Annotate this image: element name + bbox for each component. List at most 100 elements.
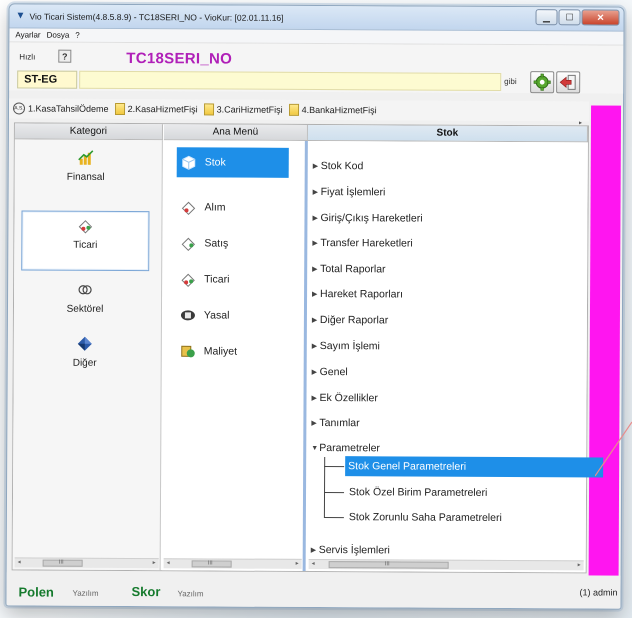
anamenu-label: Ticari [204, 273, 230, 286]
anamenu-item-yasal[interactable]: Yasal [176, 300, 296, 331]
anamenu-item-satis[interactable]: Satış [176, 228, 296, 259]
stok-tree: ▶ Stok Kod ▶ Fiyat İşlemleri ▶ Giriş/Çıkış … [308, 140, 604, 573]
rings-icon [78, 285, 92, 295]
collapse-arrow-icon: ▼ [311, 444, 319, 452]
expand-arrow-icon: ▶ [312, 188, 319, 197]
anamenu-hscrollbar[interactable]: ◂ III ▸ [163, 558, 302, 569]
tab-cari-hizmet-fisi[interactable]: 3.CariHizmetFişi [203, 103, 283, 116]
tree-item-servis-islemleri[interactable]: ▶ Servis İşlemleri [311, 541, 390, 559]
tree-label: Total Raporlar [320, 263, 386, 276]
kategori-list: Finansal Ticari Sektörel Diğer ◂ III ▸ [12, 139, 163, 571]
scroll-left-icon[interactable]: ◂ [18, 558, 21, 565]
tree-connector-line [324, 492, 345, 494]
scroll-left-icon[interactable]: ◂ [312, 560, 315, 567]
menu-dosya[interactable]: Dosya [47, 31, 70, 40]
skor-subtitle: Yazılım [177, 589, 204, 599]
tab-label: 4.BankaHizmetFişi [301, 104, 377, 116]
tree-label: Diğer Raporlar [319, 314, 389, 327]
maximize-button[interactable]: ☐ [558, 9, 581, 26]
tree-connector-line [323, 517, 344, 519]
open-tabs-bar: A.S. 1.KasaTahsilÖdeme 2.KasaHizmetFişi … [8, 98, 590, 122]
expand-arrow-icon: ▶ [311, 394, 317, 403]
scroll-right-icon[interactable]: ▸ [296, 560, 299, 567]
steg-field[interactable]: ST-EG [17, 70, 78, 89]
callout-line [595, 421, 632, 477]
document-icon [114, 102, 125, 116]
tree-item-parametreler[interactable]: ▼ Parametreler [311, 439, 380, 457]
tree-item-total-raporlar[interactable]: ▶ Total Raporlar [312, 260, 385, 278]
anamenu-item-maliyet[interactable]: Maliyet [176, 336, 296, 367]
scroll-thumb-grip: III [384, 561, 390, 568]
document-icon [203, 103, 214, 116]
anamenu-label: Stok [204, 156, 226, 169]
scroll-thumb[interactable]: III [328, 561, 449, 569]
anamenu-item-stok[interactable]: Stok [176, 147, 289, 178]
tree-item-transfer[interactable]: ▶ Transfer Hareketleri [312, 234, 412, 253]
anamenu-label: Maliyet [203, 345, 238, 358]
quick-bar: Hızlı ? TC18SERI_NO ST-EG gibi [9, 42, 625, 94]
stok-hscrollbar[interactable]: ◂ III ▸ [308, 558, 584, 571]
kategori-item-diger[interactable]: Diğer [21, 329, 149, 386]
anamenu-list: Stok Alım Satış Ticari Yasal Maliyet ◂ I… [161, 140, 308, 571]
tree-item-stok-zorunlu-saha[interactable]: Stok Zorunlu Saha Parametreleri [349, 508, 502, 527]
kategori-item-sektorel[interactable]: Sektörel [21, 275, 149, 332]
expand-arrow-icon: ▶ [312, 239, 318, 248]
current-user: (1) admin [579, 587, 618, 598]
tree-item-tanimlar[interactable]: ▶ Tanımlar [311, 414, 359, 432]
tree-label: Hareket Raporları [320, 288, 403, 301]
stok-header: Stok [307, 124, 588, 143]
kategori-item-finansal[interactable]: Finansal [22, 143, 150, 200]
expand-arrow-icon: ▶ [312, 162, 319, 171]
sales-icon [181, 237, 196, 252]
tree-item-hareket-raporlari[interactable]: ▶ Hareket Raporları [312, 285, 403, 303]
exit-button[interactable] [556, 71, 581, 94]
kategori-header: Kategori [14, 123, 163, 141]
tree-item-diger-raporlar[interactable]: ▶ Diğer Raporlar [312, 311, 388, 329]
scroll-right-icon[interactable]: ▸ [578, 561, 581, 568]
minimize-button[interactable]: ▁ [535, 9, 558, 26]
anamenu-header: Ana Menü [163, 124, 308, 141]
window-controls: ▁ ☐ ✕ [535, 9, 620, 26]
tree-item-giris-cikis[interactable]: ▶ Giriş/Çıkış Hareketleri [312, 209, 422, 228]
close-button[interactable]: ✕ [581, 9, 620, 26]
window-title: Vio Ticari Sistem(4.8.5.8.9) - TC18SERI_… [29, 11, 284, 23]
tree-item-genel[interactable]: ▶ Genel [312, 363, 348, 381]
scroll-left-icon[interactable]: ◂ [167, 559, 170, 566]
tree-item-stok-kod[interactable]: ▶ Stok Kod [313, 157, 364, 175]
as-badge-icon: A.S. [13, 102, 26, 115]
settings-button[interactable] [530, 71, 555, 94]
help-icon[interactable]: ? [58, 49, 72, 63]
tree-item-sayim-islemi[interactable]: ▶ Sayım İşlemi [312, 337, 380, 355]
tab-kasa-tahsil-odeme[interactable]: A.S. 1.KasaTahsilÖdeme [13, 102, 109, 115]
magenta-side-panel [588, 105, 622, 578]
quick-command-input[interactable] [79, 70, 502, 91]
anamenu-item-ticari[interactable]: Ticari [176, 264, 296, 295]
tab-kasa-hizmet-fisi[interactable]: 2.KasaHizmetFişi [114, 102, 198, 116]
title-bar[interactable]: ▼ Vio Ticari Sistem(4.8.5.8.9) - TC18SER… [9, 4, 624, 32]
kategori-item-ticari[interactable]: Ticari [21, 210, 150, 272]
scroll-thumb[interactable]: III [191, 560, 232, 568]
scroll-thumb[interactable]: III [42, 559, 83, 567]
tab-banka-hizmet-fisi[interactable]: 4.BankaHizmetFişi [288, 103, 377, 116]
tree-item-ek-ozellikler[interactable]: ▶ Ek Özellikler [311, 389, 378, 407]
scroll-right-icon[interactable]: ▸ [153, 559, 156, 566]
tab-label: 1.KasaTahsilÖdeme [28, 103, 109, 114]
tree-item-stok-ozel-birim[interactable]: Stok Özel Birim Parametreleri [349, 483, 487, 502]
kategori-hscrollbar[interactable]: ◂ III ▸ [14, 557, 159, 569]
purchase-icon [181, 201, 196, 216]
tree-label: Giriş/Çıkış Hareketleri [320, 212, 423, 225]
box-icon [182, 155, 196, 170]
app-logo-icon: ▼ [15, 9, 26, 21]
expand-arrow-icon: ▶ [311, 368, 318, 377]
anamenu-item-alim[interactable]: Alım [176, 192, 296, 223]
menu-help[interactable]: ? [75, 31, 80, 40]
main-panels: Kategori Ana Menü Stok Finansal Ticari S… [11, 122, 604, 574]
polen-logo: Polen [18, 584, 54, 600]
menu-ayarlar[interactable]: Ayarlar [15, 30, 40, 39]
tree-item-fiyat-islemleri[interactable]: ▶ Fiyat İşlemleri [313, 183, 386, 201]
tree-label: Tanımlar [319, 417, 360, 430]
ticari-icon [181, 273, 195, 288]
status-footer: Polen Yazılım Skor Yazılım (1) admin [6, 572, 623, 610]
tree-item-stok-genel-parametreleri[interactable]: Stok Genel Parametreleri [345, 456, 604, 478]
tree-label: Fiyat İşlemleri [320, 186, 386, 199]
